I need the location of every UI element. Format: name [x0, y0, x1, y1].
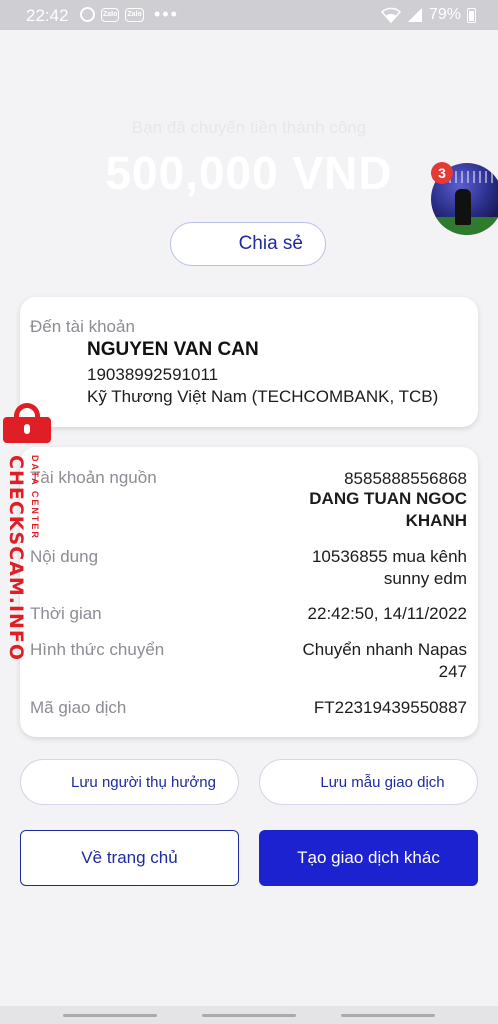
share-button[interactable]: Chia sẻ	[170, 222, 326, 266]
battery-percent: 79%	[428, 6, 461, 23]
source-account-label: Tài khoản nguồn	[30, 468, 157, 487]
notification-badge: 3	[431, 162, 453, 184]
nav-home-button[interactable]	[202, 1014, 296, 1017]
recipient-bank: Kỹ Thương Việt Nam (TECHCOMBANK, TCB)	[87, 387, 439, 406]
content-line1: 10536855 mua kênh	[311, 547, 467, 566]
avatar-decoration	[455, 189, 471, 225]
source-account-name-line1: DANG TUAN NGOC	[309, 489, 467, 508]
save-beneficiary-button[interactable]: Lưu người thụ hưởng	[20, 759, 239, 805]
status-right: 79%	[380, 6, 476, 24]
home-button-label: Về trang chủ	[81, 848, 178, 867]
transfer-amount: 500,000 VND	[105, 147, 393, 199]
battery-icon	[467, 7, 476, 23]
new-transaction-label: Tạo giao dịch khác	[297, 848, 440, 867]
nav-back-button[interactable]	[341, 1014, 435, 1017]
method-line1: Chuyển nhanh Napas	[302, 640, 467, 659]
method-line2: 247	[438, 662, 467, 681]
transaction-details-card: Tài khoản nguồn 8585888556868 DANG TUAN …	[20, 447, 478, 737]
source-account-number: 8585888556868	[344, 469, 467, 488]
recipient-name: NGUYEN VAN CAN	[87, 339, 259, 360]
new-transaction-button[interactable]: Tạo giao dịch khác	[259, 830, 478, 886]
save-template-button[interactable]: Lưu mẫu giao dịch	[259, 759, 478, 805]
content-label: Nội dung	[30, 547, 99, 566]
method-label: Hình thức chuyển	[30, 640, 165, 659]
signal-icon	[407, 8, 422, 22]
content-line2: sunny edm	[383, 569, 467, 588]
nav-recents-button[interactable]	[63, 1014, 157, 1017]
status-time: 22:42	[26, 6, 69, 25]
home-button[interactable]: Về trang chủ	[20, 830, 239, 886]
notification-icons: Zalo Zalo	[80, 7, 144, 22]
time-value: 22:42:50, 14/11/2022	[307, 604, 467, 623]
transaction-id-label: Mã giao dịch	[30, 698, 127, 717]
zalo-icon: Zalo	[125, 7, 144, 22]
save-beneficiary-label: Lưu người thụ hưởng	[71, 773, 216, 791]
transaction-id-value: FT22319439550887	[313, 698, 467, 717]
watermark-subtext: DATA CENTER	[30, 455, 40, 540]
time-label: Thời gian	[30, 604, 102, 623]
recipient-card: Đến tài khoản NGUYEN VAN CAN 19038992591…	[20, 297, 478, 427]
more-notifications-icon: •••	[154, 4, 179, 24]
wifi-icon	[380, 7, 401, 23]
messenger-icon	[80, 7, 95, 22]
zalo-icon: Zalo	[101, 7, 120, 22]
lock-icon	[3, 403, 51, 443]
recipient-account-number: 19038992591011	[87, 365, 219, 384]
success-message: Bạn đã chuyển tiền thành công	[131, 118, 367, 137]
share-button-label: Chia sẻ	[238, 233, 303, 254]
watermark-text: CHECKSCAM.INFO	[5, 455, 27, 662]
status-bar: 22:42 Zalo Zalo ••• 79%	[0, 0, 498, 30]
recipient-label: Đến tài khoản	[30, 317, 135, 336]
save-template-label: Lưu mẫu giao dịch	[320, 773, 445, 791]
source-account-name-line2: KHANH	[405, 511, 467, 530]
